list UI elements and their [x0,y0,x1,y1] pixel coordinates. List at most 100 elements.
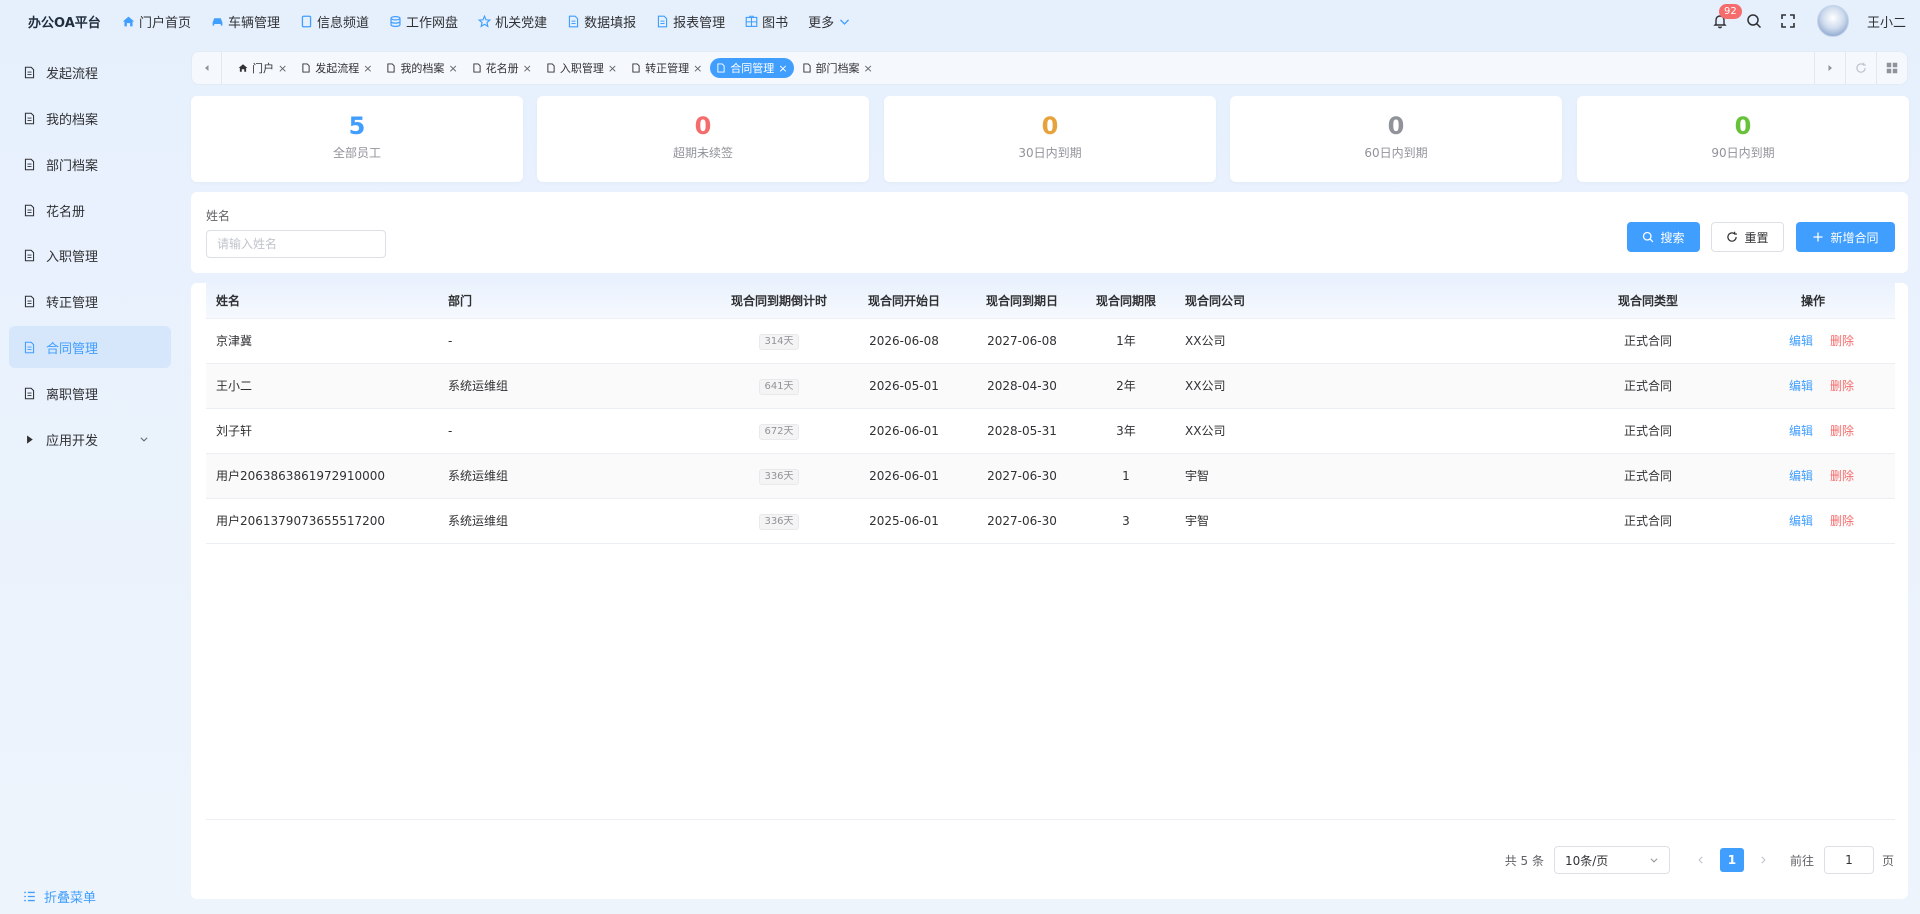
name-search-input[interactable] [206,230,386,258]
sidebar-item-my-profile[interactable]: 我的档案 [9,97,171,139]
tab-close-icon[interactable]: × [448,62,457,75]
cell-start-date: 2026-06-01 [869,424,939,438]
sidebar-item-dept-profile[interactable]: 部门档案 [9,143,171,185]
delete-link[interactable]: 删除 [1830,454,1854,499]
topnav-item-books[interactable]: 图书 [745,12,788,31]
prev-page-button[interactable] [1688,846,1714,874]
document-icon [24,66,35,78]
sidebar-item-start-process[interactable]: 发起流程 [9,51,171,93]
stat-card-overdue[interactable]: 0 超期未续签 [537,96,869,182]
goto-page-input[interactable]: 1 [1823,846,1874,874]
topnav-item-party[interactable]: 机关党建 [478,12,547,31]
delete-link[interactable]: 删除 [1830,319,1854,364]
page-number-button[interactable]: 1 [1719,848,1744,872]
edit-link-label[interactable]: 编辑 [1789,379,1813,393]
topnav-item-data-entry[interactable]: 数据填报 [567,12,636,31]
tab-onboarding[interactable]: 入职管理 × [540,58,623,78]
delete-link-label[interactable]: 删除 [1830,334,1854,348]
table-row: 王小二 系统运维组 641天 2026-05-01 2028-04-30 2年 … [206,364,1895,409]
sidebar-item-label: 花名册 [46,204,86,220]
delete-link-label[interactable]: 删除 [1830,514,1854,528]
delete-link-label[interactable]: 删除 [1830,424,1854,438]
page-size-select[interactable]: 10条/页 [1553,846,1670,874]
tabs-scroll-left-button[interactable] [192,52,222,84]
tab-my-profile[interactable]: 我的档案 × [380,58,463,78]
tab-roster[interactable]: 花名册 × [466,58,538,78]
topnav-item-vehicle[interactable]: 车辆管理 [211,12,280,31]
add-contract-button[interactable]: 新增合同 [1796,222,1895,252]
table-divider [206,819,1895,820]
edit-link[interactable]: 编辑 [1789,364,1813,409]
stat-card-30-days[interactable]: 0 30日内到期 [884,96,1216,182]
sidebar-item-probation[interactable]: 转正管理 [9,280,171,322]
edit-link[interactable]: 编辑 [1789,454,1813,499]
sidebar-item-roster[interactable]: 花名册 [9,189,171,231]
refresh-button[interactable] [1845,52,1876,84]
tab-probation[interactable]: 转正管理 × [625,58,708,78]
pagination: 共 5 条 10条/页 1 前往 1 页 [1505,846,1894,874]
edit-link[interactable]: 编辑 [1789,409,1813,454]
stat-card-60-days[interactable]: 0 60日内到期 [1230,96,1562,182]
delete-link-label[interactable]: 删除 [1830,469,1854,483]
next-page-button[interactable] [1750,846,1776,874]
username[interactable]: 王小二 [1867,12,1906,31]
cell-term: 1年 [1116,334,1136,348]
tab-close-icon[interactable]: × [864,62,873,75]
fullscreen-button[interactable] [1779,12,1797,30]
tab-portal[interactable]: 门户 × [232,58,293,78]
tab-close-icon[interactable]: × [523,62,532,75]
cell-type: 正式合同 [1623,424,1672,438]
cell-type: 正式合同 [1623,379,1672,393]
topnav-item-info[interactable]: 信息频道 [300,12,369,31]
topnav-item-portal[interactable]: 门户首页 [122,12,191,31]
tab-close-icon[interactable]: × [363,62,372,75]
edit-link[interactable]: 编辑 [1789,499,1813,544]
tab-close-icon[interactable]: × [778,62,787,75]
tab-close-icon[interactable]: × [608,62,617,75]
column-header-countdown: 现合同到期倒计时 [730,294,827,308]
reset-button[interactable]: 重置 [1711,222,1784,252]
search-button[interactable]: 搜索 [1627,222,1700,252]
topnav-item-more[interactable]: 更多 [808,12,851,31]
edit-link-label[interactable]: 编辑 [1789,469,1813,483]
delete-link-label[interactable]: 删除 [1830,379,1854,393]
collapse-menu-button[interactable]: 折叠菜单 [23,887,96,906]
sidebar-item-label: 应用开发 [46,433,99,449]
notification-button[interactable]: 92 [1711,4,1742,30]
stat-card-all-employees[interactable]: 5 全部员工 [191,96,523,182]
sidebar-item-app-dev[interactable]: 应用开发 [9,418,171,460]
tabs-scroll-right-button[interactable] [1814,52,1845,84]
delete-link[interactable]: 删除 [1830,499,1854,544]
edit-link-label[interactable]: 编辑 [1789,514,1813,528]
sidebar-item-contracts[interactable]: 合同管理 [9,326,171,368]
tab-dept-profile[interactable]: 部门档案 × [796,58,879,78]
home-icon [238,64,248,72]
avatar[interactable] [1816,5,1849,37]
cell-dept: - [448,424,453,438]
sidebar: 发起流程 我的档案 部门档案 花名册 入职管理 转正管理 合同管理 离职管理 应… [0,42,180,914]
name-field-label: 姓名 [206,209,231,223]
tab-contracts[interactable]: 合同管理 × [710,58,794,78]
edit-link[interactable]: 编辑 [1789,319,1813,364]
cell-company: XX公司 [1185,334,1226,348]
sidebar-item-onboarding[interactable]: 入职管理 [9,234,171,276]
cell-company: XX公司 [1185,424,1226,438]
tabs-menu-button[interactable] [1876,52,1907,84]
sidebar-item-resignation[interactable]: 离职管理 [9,372,171,414]
tab-close-icon[interactable]: × [278,62,287,75]
stat-card-90-days[interactable]: 0 90日内到期 [1577,96,1909,182]
delete-link[interactable]: 删除 [1830,364,1854,409]
search-button[interactable] [1745,12,1763,30]
delete-link[interactable]: 删除 [1830,409,1854,454]
topnav-item-reports[interactable]: 报表管理 [656,12,725,31]
cell-start-date: 2026-06-01 [869,469,939,483]
tab-start-process[interactable]: 发起流程 × [295,58,378,78]
sidebar-item-label: 合同管理 [46,341,99,357]
grid-icon [1886,62,1898,74]
stat-value: 5 [348,112,366,140]
tab-close-icon[interactable]: × [693,62,702,75]
edit-link-label[interactable]: 编辑 [1789,424,1813,438]
document-icon [24,204,35,216]
edit-link-label[interactable]: 编辑 [1789,334,1813,348]
topnav-item-drive[interactable]: 工作网盘 [389,12,458,31]
